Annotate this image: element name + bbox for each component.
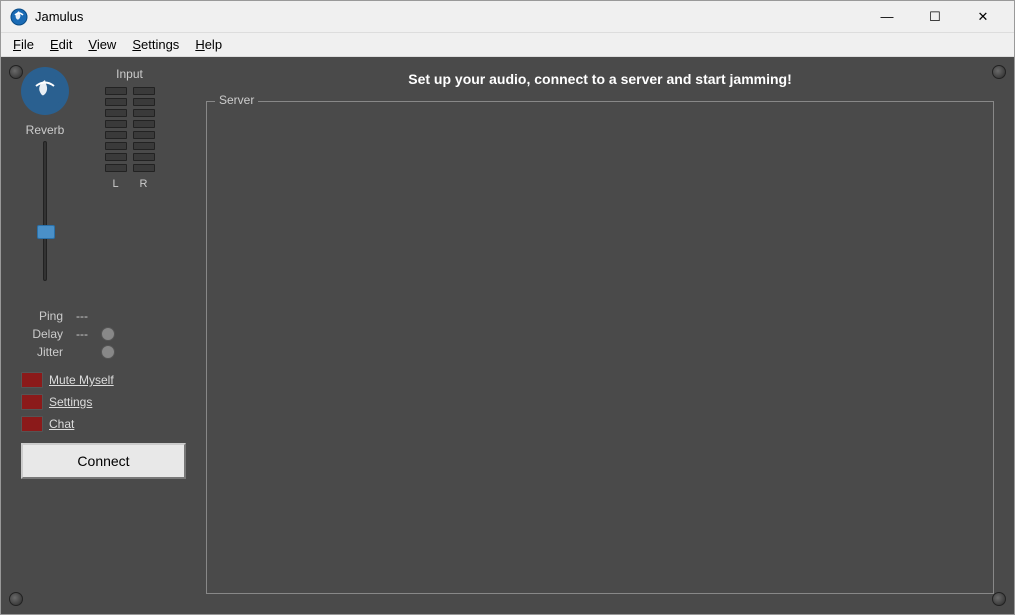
server-legend: Server xyxy=(215,93,258,107)
led-l-7 xyxy=(105,153,127,161)
main-window: Jamulus — ☐ ✕ File Edit View Settings He… xyxy=(0,0,1015,615)
delay-indicator xyxy=(101,327,115,341)
avatar-reverb-section: Reverb xyxy=(21,67,69,291)
title-bar: Jamulus — ☐ ✕ xyxy=(1,1,1014,33)
mute-label: Mute Myself xyxy=(49,373,114,387)
chat-label: Chat xyxy=(49,417,74,431)
jitter-label: Jitter xyxy=(21,345,63,359)
menu-help[interactable]: Help xyxy=(187,35,230,54)
delay-row: Delay --- xyxy=(21,327,186,341)
delay-label: Delay xyxy=(21,327,63,341)
menu-file[interactable]: File xyxy=(5,35,42,54)
chat-icon xyxy=(21,416,43,432)
screw-top-left xyxy=(9,65,23,79)
window-controls: — ☐ ✕ xyxy=(864,2,1006,32)
screw-top-right xyxy=(992,65,1006,79)
led-l-4 xyxy=(105,120,127,128)
meters-container xyxy=(73,87,186,172)
ping-label: Ping xyxy=(21,309,63,323)
led-l-2 xyxy=(105,98,127,106)
stats-section: Ping --- Delay --- Jitter xyxy=(21,305,186,363)
meter-labels: L R xyxy=(73,178,186,190)
led-r-7 xyxy=(133,153,155,161)
jitter-indicator xyxy=(101,345,115,359)
chat-button[interactable]: Chat xyxy=(21,415,186,433)
menu-settings[interactable]: Settings xyxy=(124,35,187,54)
reverb-label: Reverb xyxy=(26,123,65,137)
meter-right xyxy=(133,87,155,172)
mute-icon xyxy=(21,372,43,388)
minimize-button[interactable]: — xyxy=(864,2,910,32)
settings-icon xyxy=(21,394,43,410)
settings-label: Settings xyxy=(49,395,92,409)
right-panel: Set up your audio, connect to a server a… xyxy=(196,57,1014,614)
led-r-1 xyxy=(133,87,155,95)
connect-button[interactable]: Connect xyxy=(21,443,186,479)
mute-button[interactable]: Mute Myself xyxy=(21,371,186,389)
led-l-6 xyxy=(105,142,127,150)
maximize-button[interactable]: ☐ xyxy=(912,2,958,32)
menu-bar: File Edit View Settings Help xyxy=(1,33,1014,57)
led-r-5 xyxy=(133,131,155,139)
led-r-8 xyxy=(133,164,155,172)
left-panel: Reverb Input xyxy=(1,57,196,614)
avatar xyxy=(21,67,69,115)
delay-value: --- xyxy=(67,327,97,341)
reverb-slider-container xyxy=(43,141,47,291)
screw-bottom-left xyxy=(9,592,23,606)
input-label: Input xyxy=(73,67,186,81)
top-section: Reverb Input xyxy=(21,67,186,291)
action-buttons: Mute Myself Settings Chat xyxy=(21,371,186,433)
menu-view[interactable]: View xyxy=(80,35,124,54)
led-r-3 xyxy=(133,109,155,117)
meter-left xyxy=(105,87,127,172)
meter-right-label: R xyxy=(133,178,155,190)
led-l-3 xyxy=(105,109,127,117)
app-title: Jamulus xyxy=(35,9,864,24)
led-r-6 xyxy=(133,142,155,150)
led-l-1 xyxy=(105,87,127,95)
ping-row: Ping --- xyxy=(21,309,186,323)
reverb-slider-thumb[interactable] xyxy=(37,225,55,239)
close-button[interactable]: ✕ xyxy=(960,2,1006,32)
ping-value: --- xyxy=(67,309,97,323)
settings-button[interactable]: Settings xyxy=(21,393,186,411)
meter-left-label: L xyxy=(105,178,127,190)
led-l-5 xyxy=(105,131,127,139)
welcome-text: Set up your audio, connect to a server a… xyxy=(206,67,994,91)
led-l-8 xyxy=(105,164,127,172)
menu-edit[interactable]: Edit xyxy=(42,35,80,54)
input-section: Input xyxy=(73,67,186,190)
screw-bottom-right xyxy=(992,592,1006,606)
server-box: Server xyxy=(206,101,994,594)
reverb-slider-track[interactable] xyxy=(43,141,47,281)
led-r-4 xyxy=(133,120,155,128)
main-content: Reverb Input xyxy=(1,57,1014,614)
app-icon xyxy=(9,7,29,27)
jitter-row: Jitter xyxy=(21,345,186,359)
led-r-2 xyxy=(133,98,155,106)
